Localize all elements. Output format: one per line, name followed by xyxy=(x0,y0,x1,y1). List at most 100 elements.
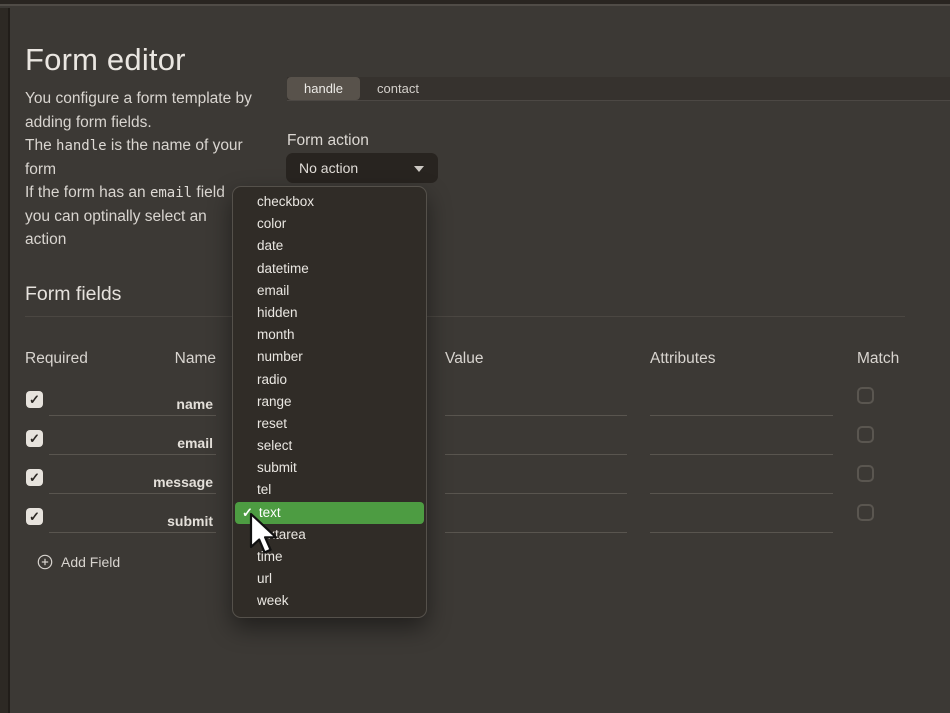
attributes-input[interactable] xyxy=(650,424,833,455)
intro-segment: field xyxy=(192,184,225,201)
type-option-label: date xyxy=(257,238,283,253)
type-option-label: email xyxy=(257,283,289,298)
form-fields-table: Required Name Value Attributes Match ✓na… xyxy=(25,345,915,555)
type-option-radio[interactable]: radio xyxy=(233,369,426,391)
value-input[interactable] xyxy=(445,463,627,494)
type-option-label: checkbox xyxy=(257,194,314,209)
form-action-selected-value: No action xyxy=(286,160,358,176)
type-option-label: month xyxy=(257,327,295,342)
type-option-range[interactable]: range xyxy=(233,391,426,413)
type-option-reset[interactable]: reset xyxy=(233,413,426,435)
required-checkbox[interactable]: ✓ xyxy=(26,430,43,447)
check-icon: ✓ xyxy=(29,510,40,523)
type-option-url[interactable]: url xyxy=(233,568,426,590)
intro-segment: action xyxy=(25,231,66,248)
required-checkbox[interactable]: ✓ xyxy=(26,391,43,408)
type-option-color[interactable]: color xyxy=(233,213,426,235)
intro-segment: form xyxy=(25,161,56,178)
intro-line: form xyxy=(25,158,285,182)
attributes-input[interactable] xyxy=(650,463,833,494)
check-icon: ✓ xyxy=(29,393,40,406)
intro-segment: is the name of your xyxy=(107,137,243,154)
type-option-label: datetime xyxy=(257,261,309,276)
field-name-value: email xyxy=(177,435,213,451)
check-icon: ✓ xyxy=(29,471,40,484)
intro-segment: The xyxy=(25,137,56,154)
type-option-datetime[interactable]: datetime xyxy=(233,258,426,280)
check-icon: ✓ xyxy=(29,432,40,445)
intro-line: You configure a form template by xyxy=(25,87,285,111)
value-input[interactable] xyxy=(445,502,627,533)
field-name-value: name xyxy=(176,396,213,412)
tab-handle[interactable]: handle xyxy=(287,77,360,100)
form-editor-page: Form editor You configure a form templat… xyxy=(0,0,950,713)
type-option-month[interactable]: month xyxy=(233,324,426,346)
attributes-input[interactable] xyxy=(650,385,833,416)
type-option-label: reset xyxy=(257,416,287,431)
type-option-label: tel xyxy=(257,482,271,497)
field-row-email: ✓ email xyxy=(25,424,915,463)
match-checkbox[interactable] xyxy=(857,426,874,443)
type-option-checkbox[interactable]: checkbox xyxy=(233,191,426,213)
type-option-submit[interactable]: submit xyxy=(233,457,426,479)
type-option-label: url xyxy=(257,571,272,586)
field-name-value: message xyxy=(153,474,213,490)
mouse-cursor xyxy=(249,512,283,558)
attributes-input[interactable] xyxy=(650,502,833,533)
intro-line: adding form fields. xyxy=(25,111,285,135)
window-top-bar xyxy=(0,0,950,6)
name-input[interactable]: email xyxy=(49,424,216,455)
type-option-tel[interactable]: tel xyxy=(233,479,426,501)
name-input[interactable]: name xyxy=(49,385,216,416)
tab-contact[interactable]: contact xyxy=(360,77,436,100)
inline-code: handle xyxy=(56,138,107,154)
form-action-select[interactable]: No action xyxy=(286,153,438,183)
match-checkbox[interactable] xyxy=(857,465,874,482)
match-checkbox[interactable] xyxy=(857,387,874,404)
type-option-label: submit xyxy=(257,460,297,475)
form-fields-heading: Form fields xyxy=(25,283,121,306)
intro-segment: you can optinally select an xyxy=(25,208,207,225)
value-input[interactable] xyxy=(445,385,627,416)
inline-code: email xyxy=(150,185,192,201)
section-divider xyxy=(25,316,905,317)
type-option-label: range xyxy=(257,394,292,409)
add-field-button[interactable]: Add Field xyxy=(37,554,120,570)
type-option-week[interactable]: week xyxy=(233,590,426,612)
left-edge-strip xyxy=(0,8,10,713)
column-header-attributes: Attributes xyxy=(650,350,715,368)
circled-plus-icon xyxy=(37,554,53,570)
type-option-label: radio xyxy=(257,372,287,387)
page-title: Form editor xyxy=(25,42,186,78)
intro-segment: If the form has an xyxy=(25,184,150,201)
tab-bar: handle contact xyxy=(287,77,950,101)
match-checkbox[interactable] xyxy=(857,504,874,521)
field-row-message: ✓ message xyxy=(25,463,915,502)
chevron-down-icon xyxy=(414,166,424,172)
intro-line: The handle is the name of your xyxy=(25,134,285,158)
column-header-match: Match xyxy=(857,350,899,368)
required-checkbox[interactable]: ✓ xyxy=(26,469,43,486)
intro-segment: You configure a form template by xyxy=(25,90,252,107)
name-input[interactable]: submit xyxy=(49,502,216,533)
type-option-label: color xyxy=(257,216,286,231)
intro-segment: adding form fields. xyxy=(25,114,152,131)
type-option-select[interactable]: select xyxy=(233,435,426,457)
type-option-hidden[interactable]: hidden xyxy=(233,302,426,324)
type-option-number[interactable]: number xyxy=(233,346,426,368)
field-row-name: ✓ name xyxy=(25,385,915,424)
add-field-label: Add Field xyxy=(61,554,120,570)
value-input[interactable] xyxy=(445,424,627,455)
type-option-date[interactable]: date xyxy=(233,235,426,257)
column-header-value: Value xyxy=(445,350,484,368)
field-row-submit: ✓ submit xyxy=(25,502,915,541)
type-option-label: select xyxy=(257,438,292,453)
form-action-label: Form action xyxy=(287,132,369,150)
name-input[interactable]: message xyxy=(49,463,216,494)
field-name-value: submit xyxy=(167,513,213,529)
required-checkbox[interactable]: ✓ xyxy=(26,508,43,525)
type-option-label: number xyxy=(257,349,303,364)
type-option-email[interactable]: email xyxy=(233,280,426,302)
column-header-name: Name xyxy=(75,350,216,368)
type-option-label: week xyxy=(257,593,289,608)
